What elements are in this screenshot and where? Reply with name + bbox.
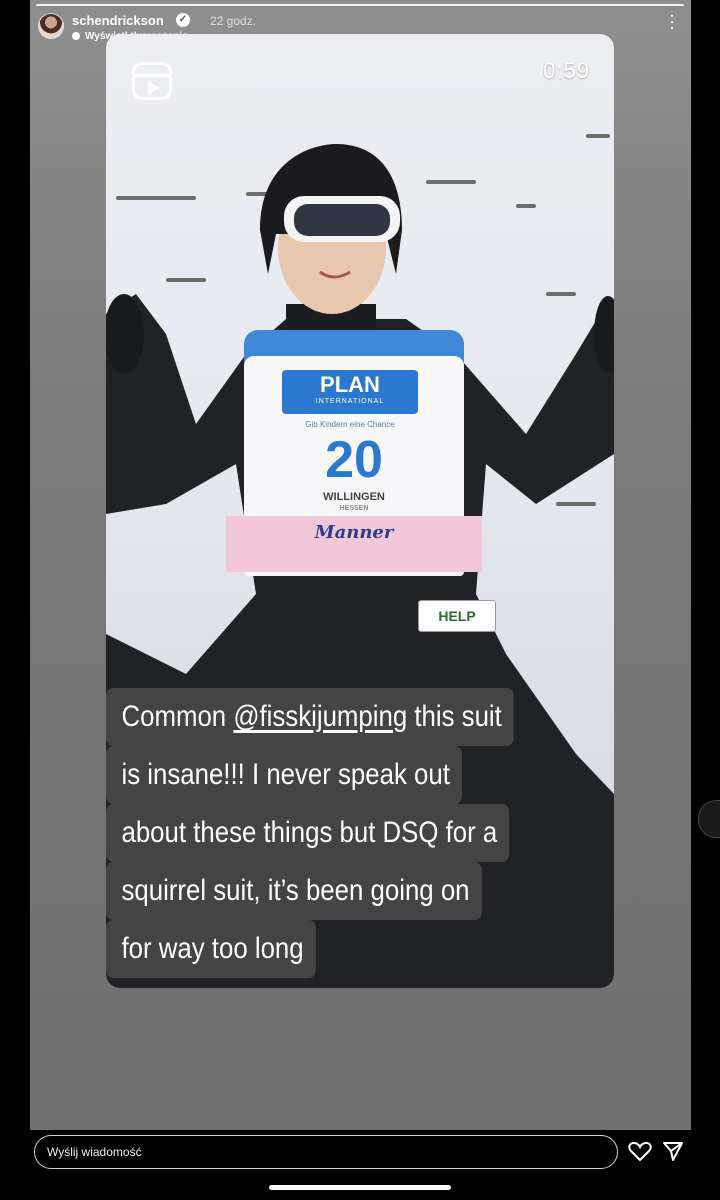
reel-icon[interactable] <box>132 62 172 100</box>
home-indicator <box>269 1185 451 1190</box>
story-caption: Common @fisskijumping this suit is insan… <box>106 688 626 978</box>
caption-line: for way too long <box>106 920 316 978</box>
bib-tagline: Gib Kindern eine Chance <box>305 420 395 429</box>
bib-number: 20 <box>325 431 383 489</box>
send-icon[interactable] <box>662 1140 684 1162</box>
caption-line: squirrel suit, it’s been going on <box>106 862 482 920</box>
avatar[interactable] <box>38 13 64 39</box>
caption-line: Common @fisskijumping this suit <box>106 688 514 746</box>
story-progress-bar <box>36 4 684 6</box>
video-duration: 0:59 <box>543 58 590 83</box>
verified-badge-icon: ✓ <box>176 13 190 27</box>
help-patch: HELP <box>418 600 496 632</box>
post-time: 22 godz. <box>210 14 257 28</box>
reply-bar[interactable] <box>34 1135 618 1169</box>
globe-icon <box>72 32 80 40</box>
next-story-handle[interactable] <box>698 800 720 838</box>
bib-event: WILLINGEN HESSEN <box>323 491 385 513</box>
caption-line: is insane!!! I never speak out <box>106 746 462 804</box>
more-options-icon[interactable]: · · · <box>662 6 682 36</box>
bib-logo: PLAN INTERNATIONAL <box>282 370 418 414</box>
username[interactable]: schendrickson <box>72 13 164 28</box>
caption-line: about these things but DSQ for a <box>106 804 510 862</box>
reply-input[interactable] <box>47 1136 587 1168</box>
bib-sponsor: Manner <box>314 522 394 543</box>
mention-link[interactable]: @fisskijumping <box>233 700 407 733</box>
heart-icon[interactable] <box>628 1140 652 1162</box>
